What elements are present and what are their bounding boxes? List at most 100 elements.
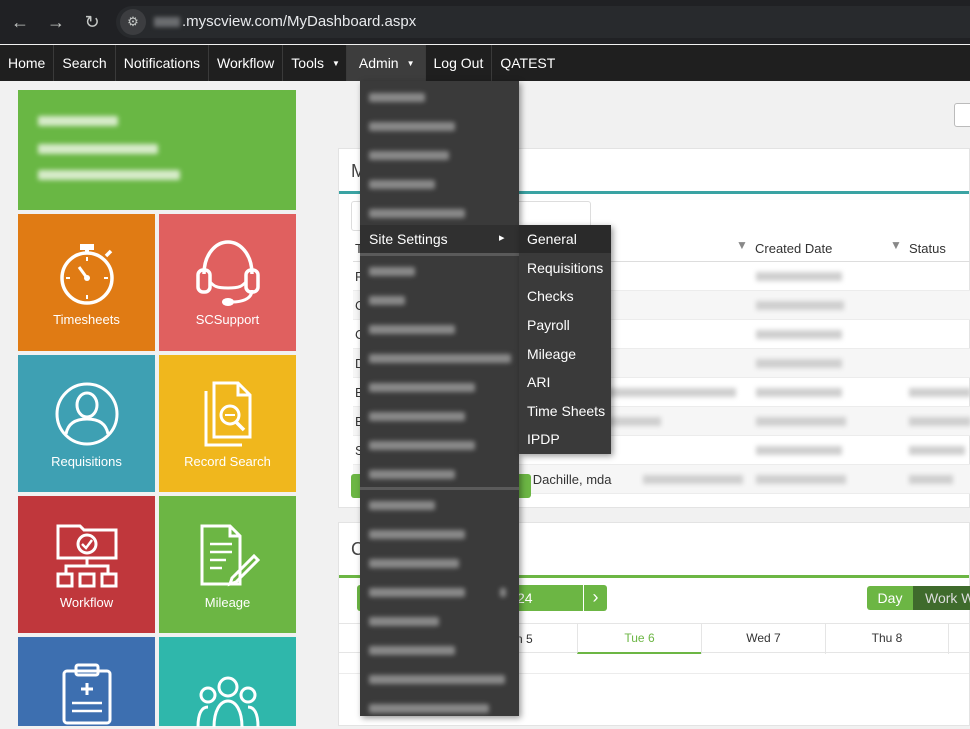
admin-menu-item[interactable] bbox=[360, 169, 519, 198]
url-text: .myscview.com/MyDashboard.aspx bbox=[154, 13, 416, 30]
day-view-button[interactable]: Day bbox=[867, 586, 913, 610]
nav-search[interactable]: Search bbox=[54, 45, 116, 81]
work-week-button[interactable]: Work W bbox=[913, 586, 970, 610]
admin-menu-item[interactable] bbox=[360, 548, 519, 577]
document-search-icon bbox=[204, 381, 251, 447]
redacted-date bbox=[756, 417, 846, 426]
user-icon bbox=[55, 382, 118, 446]
calendar-date-label: 24 bbox=[517, 590, 533, 606]
browser-toolbar: ← → ↻ ⚙ .myscview.com/MyDashboard.aspx bbox=[0, 0, 970, 44]
tile-team[interactable] bbox=[159, 637, 296, 728]
forward-icon[interactable]: → bbox=[44, 10, 68, 34]
admin-menu-item[interactable] bbox=[360, 577, 519, 606]
tile-clipboard[interactable] bbox=[18, 637, 155, 726]
redacted-date bbox=[756, 359, 842, 368]
profile-email-redacted bbox=[38, 170, 180, 180]
tile-requisitions[interactable]: Requisitions bbox=[18, 355, 155, 492]
admin-menu-item[interactable] bbox=[360, 372, 519, 401]
site-settings-submenu: General Requisitions Checks Payroll Mile… bbox=[519, 225, 611, 454]
caret-down-icon: ▼ bbox=[331, 59, 340, 69]
profile-name-redacted bbox=[38, 116, 118, 126]
clipboard-icon bbox=[62, 663, 111, 725]
submenu-label: Requisitions bbox=[527, 260, 604, 276]
submenu-ipdp[interactable]: IPDP bbox=[519, 425, 611, 453]
submenu-label: ARI bbox=[527, 374, 551, 390]
chevron-right-icon[interactable]: › bbox=[583, 585, 607, 611]
redacted-email bbox=[643, 475, 743, 484]
submenu-ari[interactable]: ARI bbox=[519, 368, 611, 396]
admin-menu-item[interactable] bbox=[360, 401, 519, 430]
tile-timesheets[interactable]: Timesheets bbox=[18, 214, 155, 351]
nav-user[interactable]: QATEST bbox=[492, 45, 563, 81]
submenu-general[interactable]: General bbox=[519, 225, 611, 253]
redacted-status bbox=[909, 388, 970, 397]
tile-mileage-label: Mileage bbox=[204, 595, 251, 610]
admin-menu-item[interactable] bbox=[360, 256, 519, 285]
calendar-icon[interactable] bbox=[954, 103, 970, 127]
admin-menu-item[interactable] bbox=[360, 111, 519, 140]
redacted-date bbox=[756, 301, 844, 310]
tile-timesheets-label: Timesheets bbox=[53, 312, 120, 327]
submenu-label: General bbox=[527, 231, 577, 247]
admin-menu-item[interactable] bbox=[360, 606, 519, 635]
submenu-label: IPDP bbox=[527, 431, 560, 447]
submenu-checks[interactable]: Checks bbox=[519, 282, 611, 310]
row-email-cell: k, Dachille, mda bbox=[519, 472, 612, 487]
group-icon bbox=[196, 676, 259, 728]
profile-role-redacted bbox=[38, 144, 158, 154]
submenu-payroll[interactable]: Payroll bbox=[519, 311, 611, 339]
stopwatch-icon bbox=[59, 244, 114, 305]
admin-menu-site-settings[interactable]: Site Settings ▸ bbox=[360, 225, 519, 254]
nav-admin[interactable]: Admin ▼ bbox=[346, 45, 426, 81]
admin-menu-item[interactable] bbox=[360, 430, 519, 459]
admin-menu-item[interactable] bbox=[360, 140, 519, 169]
submenu-mileage[interactable]: Mileage bbox=[519, 340, 611, 368]
redacted-date bbox=[756, 388, 842, 397]
admin-menu-item[interactable] bbox=[360, 635, 519, 664]
redacted-date bbox=[756, 272, 842, 281]
col-header-status[interactable]: Status bbox=[909, 241, 946, 256]
admin-menu-item[interactable] bbox=[360, 285, 519, 314]
nav-home[interactable]: Home bbox=[0, 45, 55, 81]
tile-workflow[interactable]: Workflow bbox=[18, 496, 155, 633]
redacted-date bbox=[756, 446, 842, 455]
workflow-icon bbox=[56, 524, 117, 588]
tile-scsupport[interactable]: SCSupport bbox=[159, 214, 296, 351]
admin-menu-item[interactable] bbox=[360, 664, 519, 693]
nav-workflow[interactable]: Workflow bbox=[209, 45, 284, 81]
submenu-label: Time Sheets bbox=[527, 403, 606, 419]
redacted-date bbox=[756, 475, 846, 484]
filter-icon[interactable]: ▼ bbox=[890, 238, 902, 252]
nav-logout[interactable]: Log Out bbox=[426, 45, 493, 81]
submenu-requisitions[interactable]: Requisitions bbox=[519, 254, 611, 282]
nav-tools[interactable]: Tools ▼ bbox=[283, 45, 347, 81]
nav-notifications[interactable]: Notifications bbox=[116, 45, 209, 81]
admin-menu-item[interactable] bbox=[360, 459, 519, 488]
admin-menu-item[interactable] bbox=[360, 314, 519, 343]
submenu-label: Mileage bbox=[527, 346, 577, 362]
tile-record-search[interactable]: Record Search bbox=[159, 355, 296, 492]
profile-card bbox=[18, 90, 296, 210]
calendar-day[interactable]: Thu 8 bbox=[825, 624, 949, 654]
back-icon[interactable]: ← bbox=[8, 10, 32, 34]
col-header-created-date[interactable]: Created Date bbox=[755, 241, 832, 256]
tile-mileage[interactable]: Mileage bbox=[159, 496, 296, 633]
admin-menu-item[interactable] bbox=[360, 198, 519, 227]
nav-admin-label: Admin bbox=[358, 55, 399, 71]
filter-icon[interactable]: ▼ bbox=[736, 238, 748, 252]
site-info-icon[interactable]: ⚙ bbox=[120, 9, 146, 35]
admin-menu-item[interactable] bbox=[360, 519, 519, 548]
calendar-day[interactable]: Wed 7 bbox=[701, 624, 825, 654]
tile-requisitions-label: Requisitions bbox=[51, 454, 122, 469]
tile-record-search-label: Record Search bbox=[184, 454, 271, 469]
admin-menu-item[interactable] bbox=[360, 693, 519, 722]
reload-icon[interactable]: ↻ bbox=[80, 10, 104, 34]
admin-menu-item[interactable] bbox=[360, 82, 519, 111]
site-settings-label: Site Settings bbox=[369, 231, 448, 247]
calendar-day-today[interactable]: Tue 6 bbox=[577, 624, 701, 654]
admin-menu-item[interactable] bbox=[360, 343, 519, 372]
submenu-label: Payroll bbox=[527, 317, 570, 333]
submenu-time-sheets[interactable]: Time Sheets bbox=[519, 397, 611, 425]
admin-menu-item[interactable] bbox=[360, 490, 519, 519]
address-bar[interactable]: ⚙ .myscview.com/MyDashboard.aspx bbox=[116, 6, 970, 38]
